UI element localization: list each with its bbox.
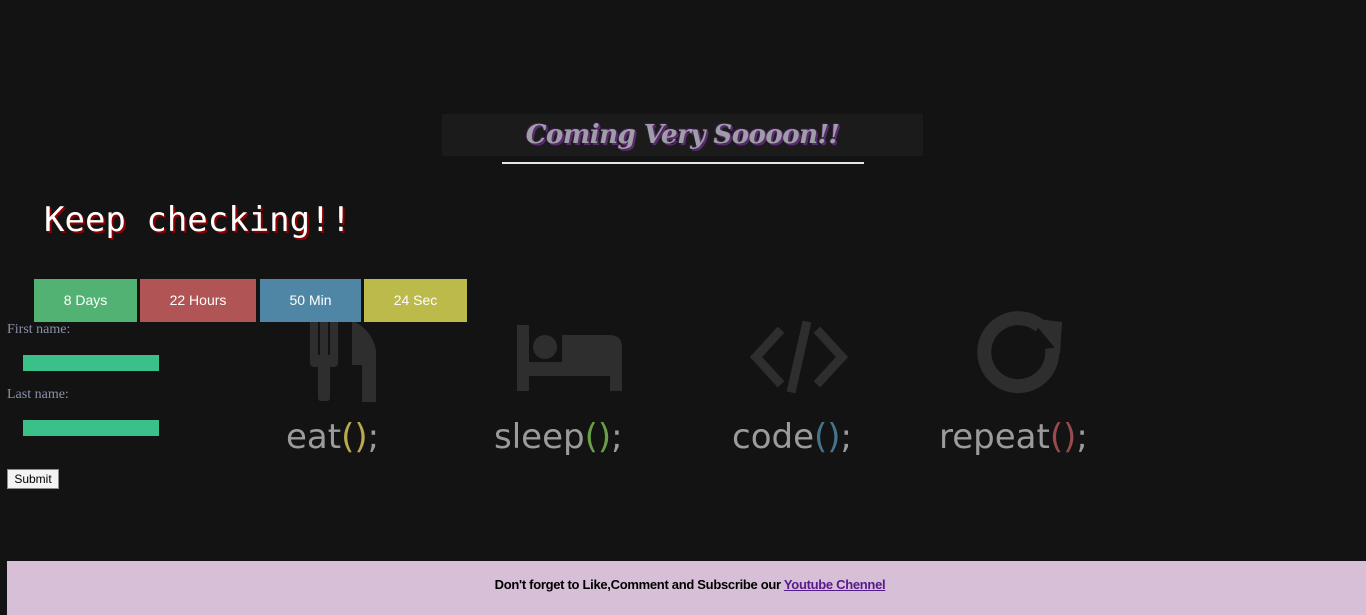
bed-icon bbox=[517, 325, 622, 391]
art-word-eat: eat(); bbox=[286, 417, 380, 457]
footer-message: Don't forget to Like,Comment and Subscri… bbox=[7, 561, 1366, 609]
countdown-hours: 22 Hours bbox=[140, 279, 256, 322]
headline: Keep checking!! bbox=[44, 200, 352, 240]
countdown-seconds: 24 Sec bbox=[364, 279, 467, 322]
title-underline bbox=[502, 162, 864, 164]
countdown-minutes: 50 Min bbox=[260, 279, 361, 322]
countdown-days: 8 Days bbox=[34, 279, 137, 322]
submit-button[interactable]: Submit bbox=[7, 469, 59, 489]
last-name-label: Last name: bbox=[7, 387, 69, 402]
fork-knife-icon bbox=[310, 320, 376, 402]
art-word-repeat: repeat(); bbox=[939, 417, 1088, 457]
page-title: Coming Very Soooon!! bbox=[525, 120, 840, 150]
footer-text: Don't forget to Like,Comment and Subscri… bbox=[494, 577, 781, 592]
youtube-channel-link[interactable]: Youtube Chennel bbox=[784, 577, 886, 592]
first-name-input[interactable] bbox=[23, 355, 159, 371]
refresh-icon bbox=[977, 311, 1062, 394]
art-word-sleep: sleep(); bbox=[494, 417, 623, 457]
first-name-label: First name: bbox=[7, 322, 71, 337]
art-word-code: code(); bbox=[732, 417, 852, 457]
last-name-input[interactable] bbox=[23, 420, 159, 436]
code-icon bbox=[749, 320, 849, 394]
